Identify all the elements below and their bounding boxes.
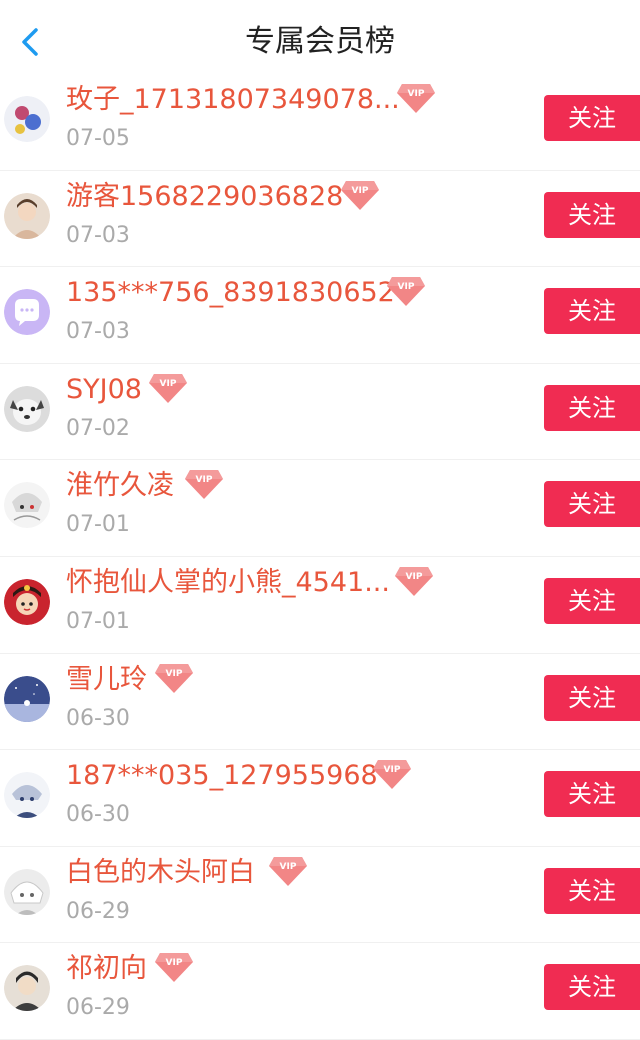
svg-text:VIP: VIP xyxy=(384,765,401,775)
member-date: 07-03 xyxy=(66,222,130,248)
member-date: 07-01 xyxy=(66,608,130,634)
avatar xyxy=(4,965,50,1012)
member-name: 玫子_17131807349078... xyxy=(66,84,400,115)
vip-diamond-icon: VIP xyxy=(154,951,194,983)
svg-text:VIP: VIP xyxy=(196,475,213,485)
header-bar: 专属会员榜 xyxy=(0,0,640,80)
member-date: 07-05 xyxy=(66,126,130,151)
follow-button[interactable]: 关注 xyxy=(544,577,640,624)
svg-text:VIP: VIP xyxy=(160,379,177,389)
list-item[interactable]: 白色的木头阿白 VIP 06-29 关注 xyxy=(0,846,640,944)
follow-button[interactable]: 关注 xyxy=(544,867,640,914)
list-item[interactable]: 淮竹久凌 VIP 07-01 关注 xyxy=(0,460,640,557)
avatar xyxy=(4,192,50,239)
list-item[interactable]: 135***756_8391830652 VIP 07-03 关注 xyxy=(0,267,640,364)
list-item[interactable]: 怀抱仙人掌的小熊_4541... VIP 07-01 关注 xyxy=(0,556,640,654)
member-name: 135***756_8391830652 xyxy=(66,277,395,309)
list-item[interactable]: 祁初向 VIP 06-29 关注 xyxy=(0,943,640,1040)
vip-diamond-icon: VIP xyxy=(148,372,188,404)
member-date: 06-30 xyxy=(66,705,130,731)
vip-diamond-icon: VIP xyxy=(184,468,224,500)
follow-button[interactable]: 关注 xyxy=(544,771,640,818)
avatar xyxy=(4,289,50,336)
avatar xyxy=(4,772,50,819)
member-name: 淮竹久凌 xyxy=(66,470,174,502)
svg-text:VIP: VIP xyxy=(408,89,425,99)
member-date: 07-01 xyxy=(66,512,130,538)
vip-diamond-icon: VIP xyxy=(386,275,426,307)
member-date: 06-29 xyxy=(66,995,130,1021)
member-date: 07-03 xyxy=(66,319,130,345)
avatar xyxy=(4,675,50,722)
member-name: 怀抱仙人掌的小熊_4541... xyxy=(66,566,390,598)
list-item[interactable]: 玫子_17131807349078... VIP 07-05 关注 xyxy=(0,74,640,171)
page-title: 专属会员榜 xyxy=(245,24,395,59)
list-item[interactable]: SYJ08 VIP 07-02 关注 xyxy=(0,363,640,461)
member-name: 游客1568229036828 xyxy=(66,180,344,212)
follow-button[interactable]: 关注 xyxy=(544,674,640,721)
follow-button[interactable]: 关注 xyxy=(544,384,640,431)
follow-button[interactable]: 关注 xyxy=(544,481,640,528)
follow-button[interactable]: 关注 xyxy=(544,95,640,141)
vip-diamond-icon: VIP xyxy=(340,179,380,211)
member-name: SYJ08 xyxy=(66,373,142,405)
member-name: 187***035_127955968 xyxy=(66,760,378,792)
member-date: 06-29 xyxy=(66,898,130,924)
vip-diamond-icon: VIP xyxy=(372,758,412,790)
avatar xyxy=(4,868,50,915)
avatar xyxy=(4,482,50,529)
avatar xyxy=(4,385,50,432)
member-date: 06-30 xyxy=(66,802,130,828)
follow-button[interactable]: 关注 xyxy=(544,288,640,335)
follow-button[interactable]: 关注 xyxy=(544,191,640,238)
vip-diamond-icon: VIP xyxy=(268,855,308,887)
vip-diamond-icon: VIP xyxy=(154,662,194,694)
avatar xyxy=(4,96,50,142)
svg-text:VIP: VIP xyxy=(166,958,183,968)
vip-diamond-icon: VIP xyxy=(396,82,436,114)
member-name: 祁初向 xyxy=(66,953,147,985)
list-item[interactable]: 雪儿玲 VIP 06-30 关注 xyxy=(0,653,640,751)
vip-diamond-icon: VIP xyxy=(394,565,434,597)
follow-button[interactable]: 关注 xyxy=(544,964,640,1011)
member-date: 07-02 xyxy=(66,415,130,441)
list-item[interactable]: 游客1568229036828 VIP 07-03 关注 xyxy=(0,170,640,268)
svg-text:VIP: VIP xyxy=(352,186,369,196)
member-list: 玫子_17131807349078... VIP 07-05 关注 游客1568… xyxy=(0,74,640,1040)
svg-text:VIP: VIP xyxy=(166,669,183,679)
svg-text:VIP: VIP xyxy=(398,282,415,292)
svg-text:VIP: VIP xyxy=(280,862,297,872)
member-name: 白色的木头阿白 xyxy=(66,856,255,888)
svg-text:VIP: VIP xyxy=(406,572,423,582)
list-item[interactable]: 187***035_127955968 VIP 06-30 关注 xyxy=(0,750,640,847)
avatar xyxy=(4,578,50,625)
member-name: 雪儿玲 xyxy=(66,663,147,695)
